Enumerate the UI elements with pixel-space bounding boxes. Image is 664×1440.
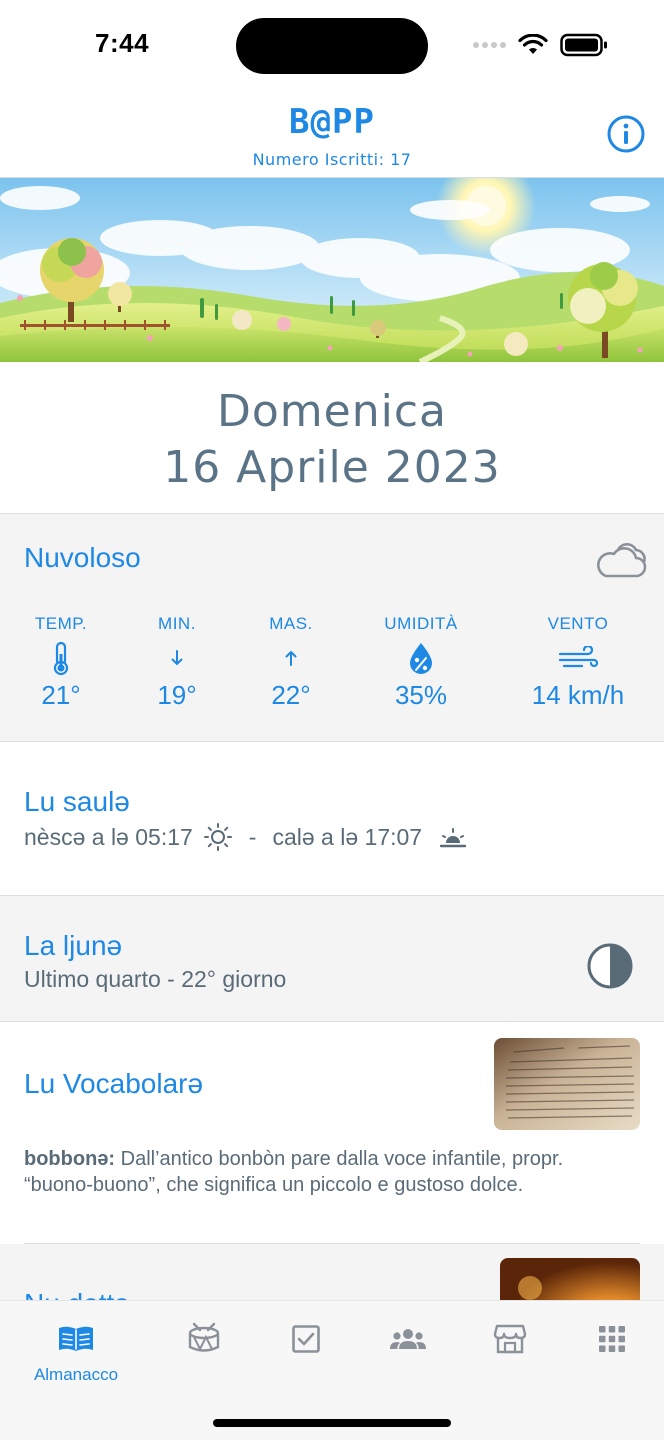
sunset-icon	[439, 828, 467, 848]
info-icon[interactable]	[606, 114, 646, 154]
min-label: MIN.	[158, 614, 196, 633]
battery-icon	[560, 33, 607, 57]
max-label: MAS.	[269, 614, 313, 633]
full-date-label: 16 Aprile 2023	[163, 442, 501, 493]
people-icon	[390, 1329, 426, 1349]
status-time: 7:44	[95, 28, 150, 58]
moon-phase-icon	[587, 943, 633, 989]
humidity-value: 35%	[394, 680, 448, 710]
store-icon	[493, 1324, 527, 1354]
grid-icon	[599, 1326, 625, 1352]
cloud-icon	[597, 543, 647, 578]
date-section: Domenica 16 Aprile 2023	[0, 362, 664, 514]
max-value: 22°	[271, 680, 311, 710]
weather-min: MIN. 19°	[132, 614, 222, 711]
weather-temp: TEMP. 21°	[16, 614, 106, 711]
wind-value: 14 km/h	[531, 680, 625, 710]
sun-times: nèscə a lə 05:17 - calə a lə 17:07	[24, 822, 468, 852]
sunrise-text: nèscə a lə 05:17	[24, 823, 193, 850]
tab-drum[interactable]	[154, 1317, 254, 1365]
temp-label: TEMP.	[34, 614, 88, 633]
sunset-text: calə a lə 17:07	[272, 823, 423, 850]
weekday-label: Domenica	[217, 386, 447, 437]
vocabulary-word: bobbonə:	[24, 1148, 116, 1170]
candle-image	[500, 1258, 640, 1304]
dynamic-island	[236, 18, 428, 74]
app-header: B@PP Numero Iscritti: 17	[0, 90, 664, 178]
sun-section[interactable]: Lu saulə nèscə a lə 05:17 - calə a lə 17…	[0, 742, 664, 896]
weather-condition: Nuvoloso	[24, 542, 141, 573]
temp-value: 21°	[41, 680, 81, 710]
arrow-down-icon	[171, 650, 183, 665]
weather-wind: VENTO 14 km/h	[508, 614, 648, 711]
weather-max: MAS. 22°	[246, 614, 336, 711]
weather-humidity: UMIDITÀ 35%	[366, 614, 476, 711]
tab-almanacco[interactable]: Almanacco	[26, 1317, 126, 1385]
status-icons	[473, 32, 608, 58]
tab-people[interactable]	[358, 1317, 458, 1365]
tab-tasks[interactable]	[256, 1317, 356, 1365]
humidity-drop-icon	[410, 643, 432, 674]
cellular-signal-icon	[473, 42, 506, 48]
time-separator: -	[248, 823, 257, 850]
weather-card[interactable]: Nuvoloso TEMP. 21° MIN. 19° MAS. 22° UMI…	[0, 514, 664, 742]
sun-icon	[203, 823, 232, 851]
vocabulary-definition: bobbonə: Dall’antico bonbòn pare dalla v…	[24, 1146, 624, 1198]
moon-title: La ljunə	[24, 930, 123, 961]
humidity-label: UMIDITÀ	[384, 614, 458, 633]
tab-store[interactable]	[460, 1317, 560, 1365]
app-title: B@PP	[289, 102, 375, 142]
saying-card[interactable]: Nu dettə	[0, 1244, 664, 1304]
tab-almanacco-label: Almanacco	[33, 1365, 119, 1384]
vocabulary-card[interactable]: Lu Vocabolarə bobbonə: Dall’antico bonbò…	[0, 1022, 664, 1244]
thermometer-icon	[53, 641, 69, 676]
checkbox-icon	[292, 1325, 320, 1353]
wifi-icon	[518, 34, 548, 54]
moon-phase: Ultimo quarto - 22° giorno	[24, 966, 287, 992]
drum-icon	[188, 1322, 220, 1352]
wind-icon	[558, 646, 598, 668]
home-indicator[interactable]	[213, 1419, 451, 1427]
subscriber-count: Numero Iscritti: 17	[252, 150, 412, 169]
sun-title: Lu saulə	[24, 786, 130, 817]
spring-landscape-banner	[0, 178, 664, 362]
tab-more[interactable]	[562, 1317, 662, 1365]
status-bar: 7:44	[0, 0, 664, 90]
arrow-up-icon	[285, 651, 297, 666]
wind-label: VENTO	[547, 614, 609, 633]
moon-section[interactable]: La ljunə Ultimo quarto - 22° giorno	[0, 896, 664, 1022]
vocabulary-title: Lu Vocabolarə	[24, 1068, 204, 1099]
book-icon	[59, 1326, 93, 1351]
dictionary-image	[494, 1038, 640, 1130]
landscape-illustration	[0, 178, 664, 362]
min-value: 19°	[157, 680, 197, 710]
